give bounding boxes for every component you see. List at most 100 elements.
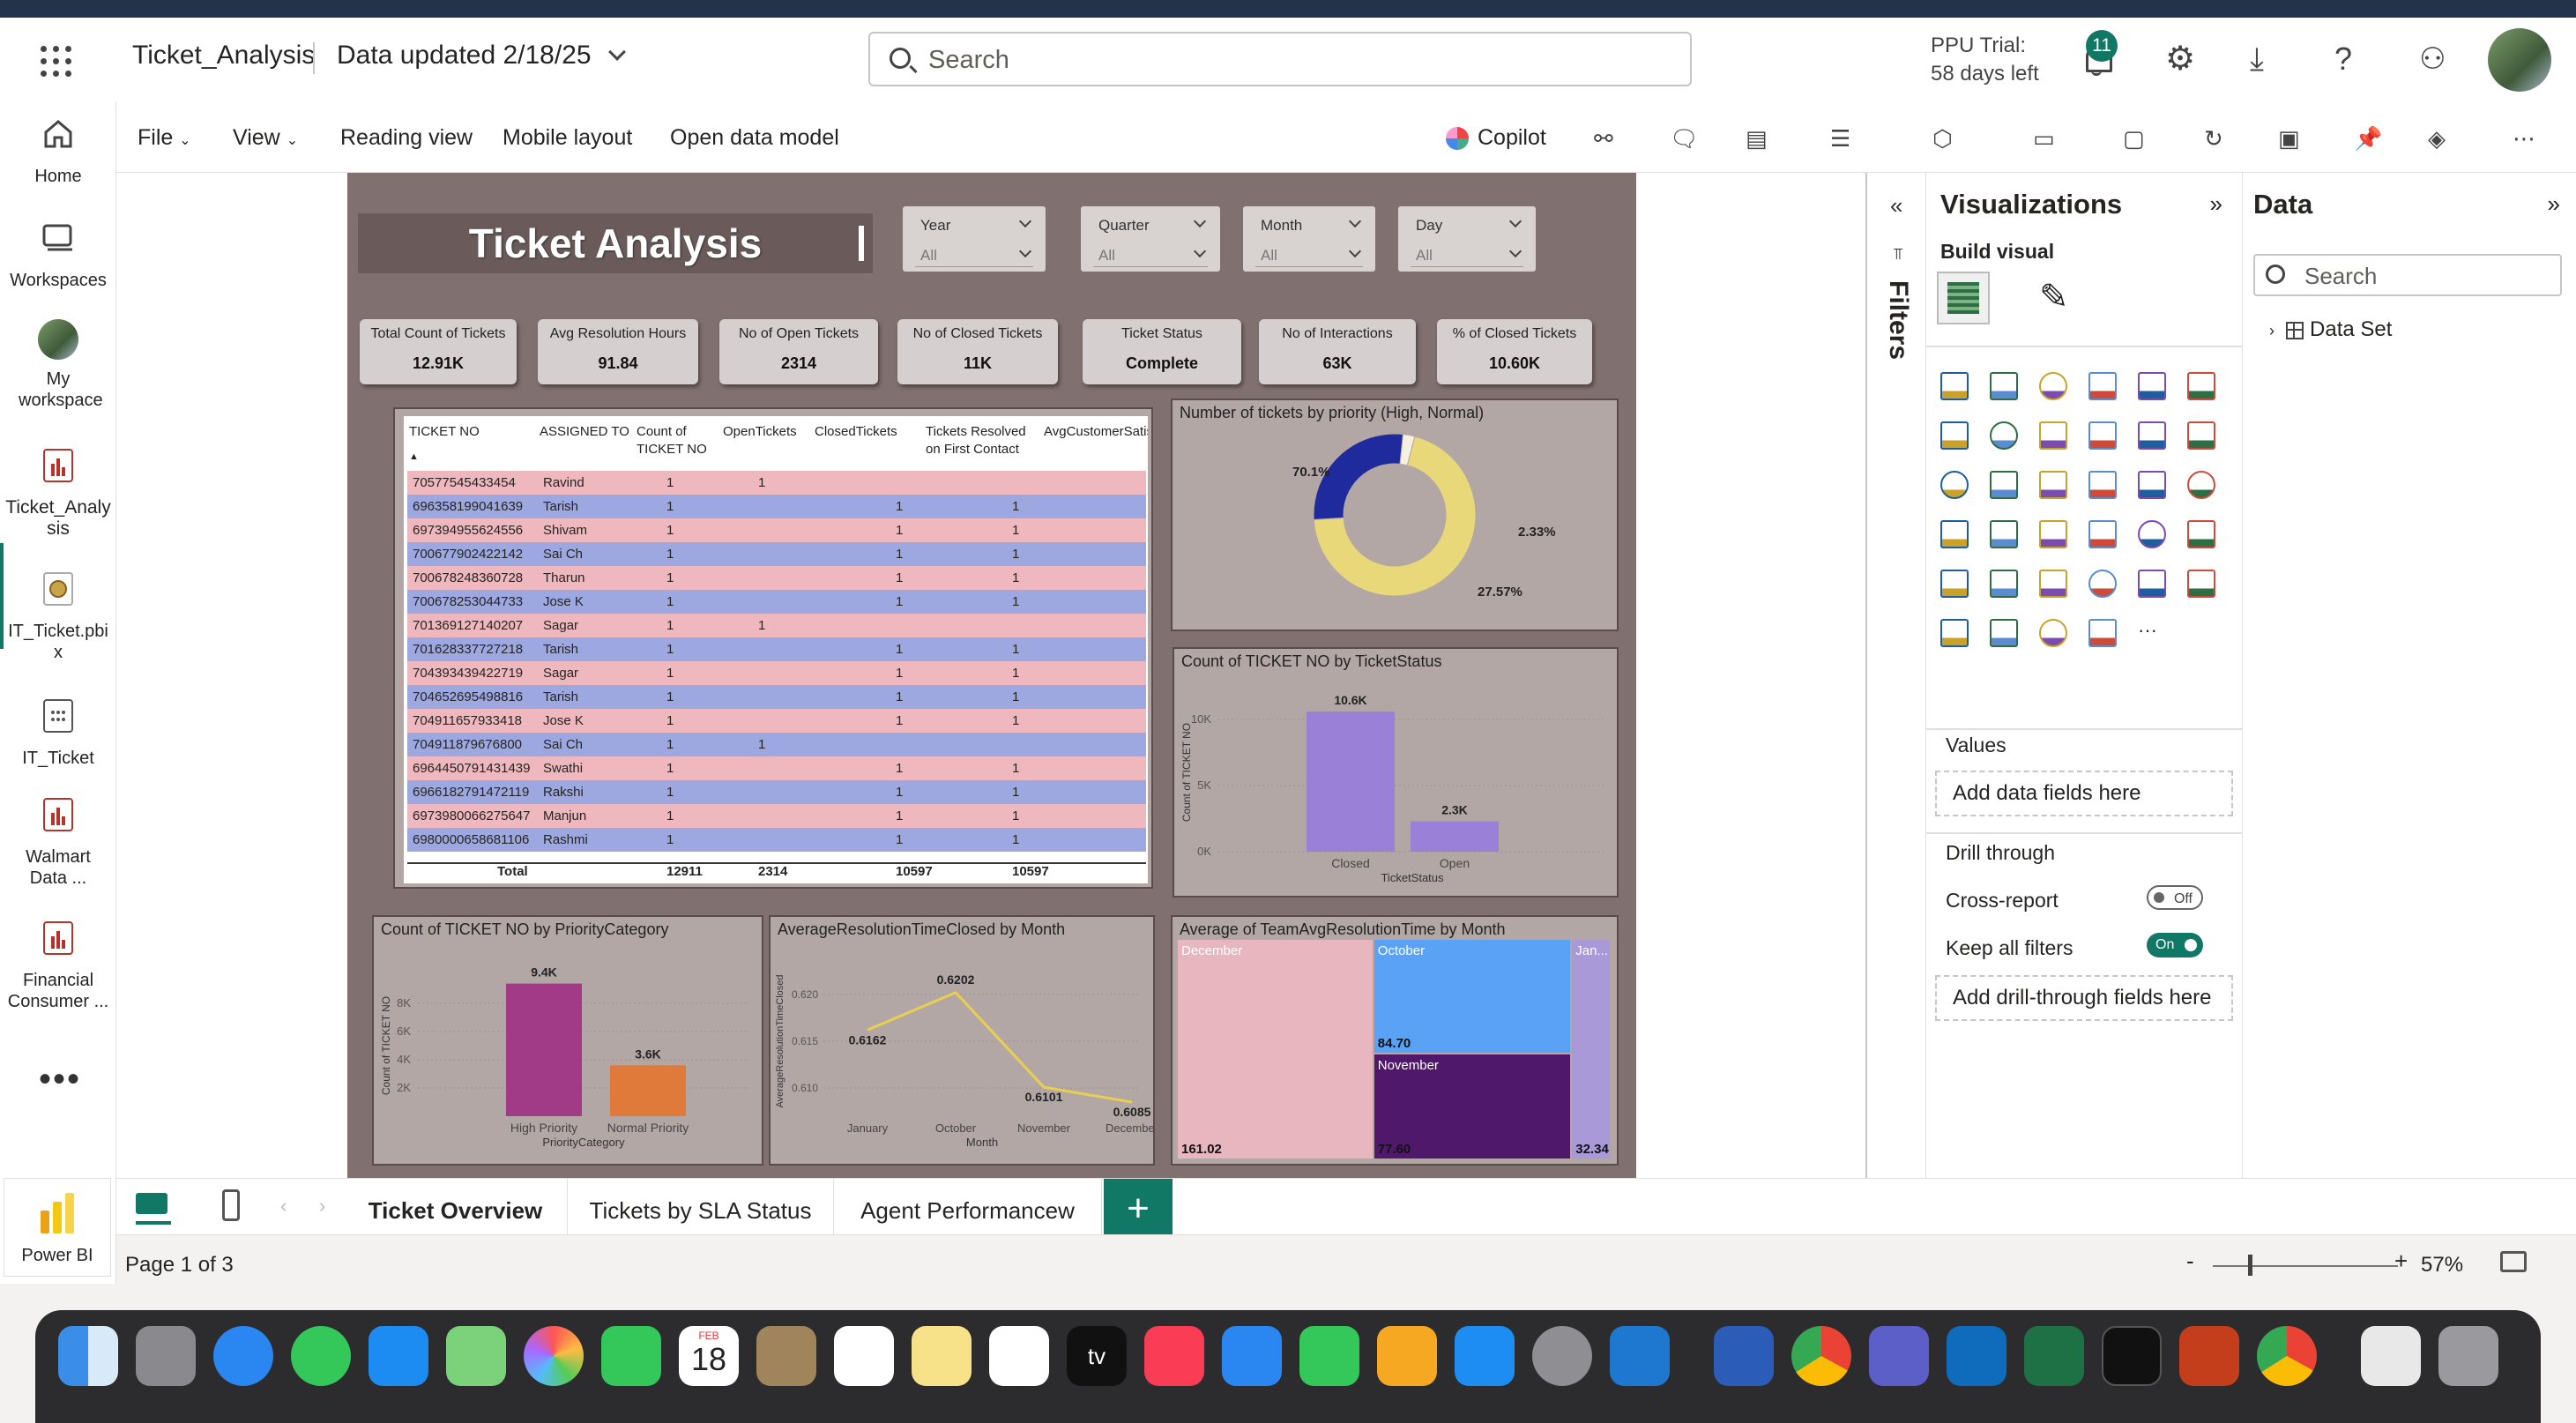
launchpad-icon[interactable] (136, 1326, 196, 1386)
team-resolution-treemap-visual[interactable]: Average of TeamAvgResolutionTime by Mont… (1171, 915, 1619, 1166)
multirow-card-icon[interactable] (2088, 520, 2117, 548)
outlook-icon[interactable] (1947, 1326, 2006, 1386)
teams-icon[interactable]: ◈ (2428, 125, 2454, 152)
bookmark-icon[interactable]: ☰ (1830, 125, 1857, 152)
paginated-report-icon[interactable] (1940, 619, 1969, 647)
messages-icon[interactable] (291, 1326, 351, 1386)
file-menu[interactable]: File ⌄ (138, 125, 191, 151)
scatter-icon[interactable] (1940, 471, 1969, 499)
system-settings-icon[interactable] (1532, 1326, 1592, 1386)
area-icon[interactable] (1990, 421, 2018, 450)
data-set-tree-item[interactable]: › Data Set (2269, 317, 2392, 342)
fit-to-page-icon[interactable] (2500, 1251, 2527, 1272)
nav-it-ticket[interactable]: IT_Ticket (0, 698, 116, 769)
day-slicer[interactable]: Day All (1398, 206, 1536, 272)
binoculars-icon[interactable]: ⚯ (1594, 125, 1620, 152)
facetime-icon[interactable] (601, 1326, 661, 1386)
reminders-icon[interactable] (834, 1326, 894, 1386)
column-100-icon[interactable] (2187, 372, 2215, 400)
treemap-tile[interactable]: Jan... 32.34 (1572, 940, 1610, 1159)
documents-icon[interactable] (2361, 1326, 2421, 1386)
table-row[interactable]: 6966182791472119 Rakshi 1 1 1 (407, 780, 1146, 804)
treemap-tile[interactable]: December 161.02 (1178, 940, 1373, 1159)
vscode-icon[interactable] (1610, 1326, 1670, 1386)
table-header[interactable]: Count of TICKET NO (637, 423, 716, 458)
matrix-icon[interactable] (1990, 570, 2018, 598)
freeform-icon[interactable] (989, 1326, 1049, 1386)
nav-walmart-data[interactable]: Walmart Data ... (0, 797, 116, 889)
stacked-bar-icon[interactable] (1940, 372, 1969, 400)
present-icon[interactable]: ▭ (2033, 125, 2059, 152)
power-bi-home[interactable]: Power BI (4, 1178, 111, 1277)
card-icon[interactable] (2039, 520, 2067, 548)
apple-tv-icon[interactable]: tv (1067, 1326, 1127, 1386)
table-row[interactable]: 6973980066275647 Manjun 1 1 1 (407, 804, 1146, 828)
power-automate-icon[interactable] (2088, 619, 2117, 647)
pin-icon[interactable]: 📌 (2354, 125, 2382, 152)
keep-all-filters-toggle[interactable]: On (2147, 933, 2203, 957)
tab-tickets-by-sla-status[interactable]: Tickets by SLA Status (568, 1179, 834, 1242)
share-icon[interactable]: ⬡ (1932, 125, 1959, 152)
table-row[interactable]: 700678248360728 Tharun 1 1 1 (407, 566, 1146, 590)
reading-view-button[interactable]: Reading view (340, 125, 473, 151)
table-header[interactable]: ClosedTickets (815, 423, 897, 441)
table-row[interactable]: 700677902422142 Sai Ch 1 1 1 (407, 542, 1146, 566)
chrome-icon[interactable] (1791, 1326, 1851, 1386)
table-header[interactable]: Tickets Resolved on First Contact (926, 423, 1040, 458)
trial-status[interactable]: PPU Trial: 58 days left (1931, 32, 2039, 88)
table-row[interactable]: 697394955624556 Shivam 1 1 1 (407, 518, 1146, 542)
table-row[interactable]: 6980000658681106 Rashmi 1 1 1 (407, 828, 1146, 852)
add-page-button[interactable]: + (1104, 1179, 1173, 1242)
filters-pane[interactable]: « ⫪ Filters (1865, 173, 1925, 1178)
data-search-input[interactable]: Search (2253, 254, 2562, 296)
map-icon[interactable] (2138, 471, 2166, 499)
ticket-table-visual[interactable]: TICKET NO ASSIGNED TO Count of TICKET NO… (393, 407, 1153, 889)
clustered-column-icon[interactable] (2088, 372, 2117, 400)
stacked-area-icon[interactable] (2039, 421, 2067, 450)
priority-category-bar-visual[interactable]: Count of TICKET NO by PriorityCategory 2… (372, 915, 763, 1166)
table-icon[interactable] (1940, 570, 1969, 598)
nav-ticket-analysis[interactable]: Ticket_Analysis (0, 448, 116, 540)
save-icon[interactable]: ▣ (2278, 125, 2304, 152)
trash-icon[interactable] (2438, 1326, 2498, 1386)
qa-icon[interactable] (2138, 570, 2166, 598)
table-header[interactable]: AvgCustomerSatis (1044, 423, 1148, 441)
table-row[interactable]: 700678253044733 Jose K 1 1 1 (407, 590, 1146, 614)
more-options-icon[interactable]: ••• (39, 1060, 81, 1099)
mail-icon[interactable] (369, 1326, 428, 1386)
table-header[interactable]: TICKET NO (409, 423, 480, 441)
chrome-profile-icon[interactable] (2257, 1326, 2317, 1386)
layout-icon[interactable]: ▢ (2123, 125, 2149, 152)
collapse-left-icon[interactable]: « (1890, 192, 1902, 220)
report-title[interactable]: Ticket_Analysis (132, 41, 315, 71)
table-row[interactable]: 704393439422719 Sagar 1 1 1 (407, 661, 1146, 685)
teams-icon[interactable] (1869, 1326, 1929, 1386)
calendar-icon[interactable]: FEB 18 (679, 1326, 739, 1386)
keynote-icon[interactable] (1222, 1326, 1282, 1386)
add-data-fields-dropzone[interactable]: Add data fields here (1935, 771, 2233, 816)
terminal-icon[interactable] (2102, 1326, 2162, 1386)
waterfall-icon[interactable] (2138, 421, 2166, 450)
filled-map-icon[interactable] (2187, 471, 2215, 499)
app-launcher-icon[interactable] (41, 46, 72, 78)
zoom-slider[interactable] (2213, 1265, 2398, 1267)
expand-right-icon[interactable]: » (2548, 190, 2560, 218)
pages-icon[interactable] (1377, 1326, 1437, 1386)
finder-icon[interactable] (58, 1326, 118, 1386)
nav-workspaces[interactable]: Workspaces (0, 220, 116, 291)
numbers-icon[interactable] (1299, 1326, 1359, 1386)
next-page-icon[interactable]: › (319, 1195, 325, 1218)
slicer-icon[interactable] (2187, 520, 2215, 548)
table-row[interactable]: 701628337727218 Tarish 1 1 1 (407, 637, 1146, 661)
more-visuals-icon[interactable]: ··· (2138, 619, 2166, 647)
desktop-layout-icon[interactable] (136, 1193, 171, 1225)
treemap-tile[interactable]: October 84.70 (1374, 940, 1571, 1054)
photos-icon[interactable] (524, 1326, 584, 1386)
zoom-out-icon[interactable]: - (2186, 1248, 2194, 1275)
clustered-bar-icon[interactable] (2039, 372, 2067, 400)
stacked-column-icon[interactable] (1990, 372, 2018, 400)
cross-report-toggle[interactable]: Off (2147, 885, 2203, 910)
table-row[interactable]: 6964450791431439 Swathi 1 1 1 (407, 756, 1146, 780)
powerpoint-icon[interactable] (2179, 1326, 2239, 1386)
mobile-layout-icon[interactable] (222, 1189, 240, 1221)
